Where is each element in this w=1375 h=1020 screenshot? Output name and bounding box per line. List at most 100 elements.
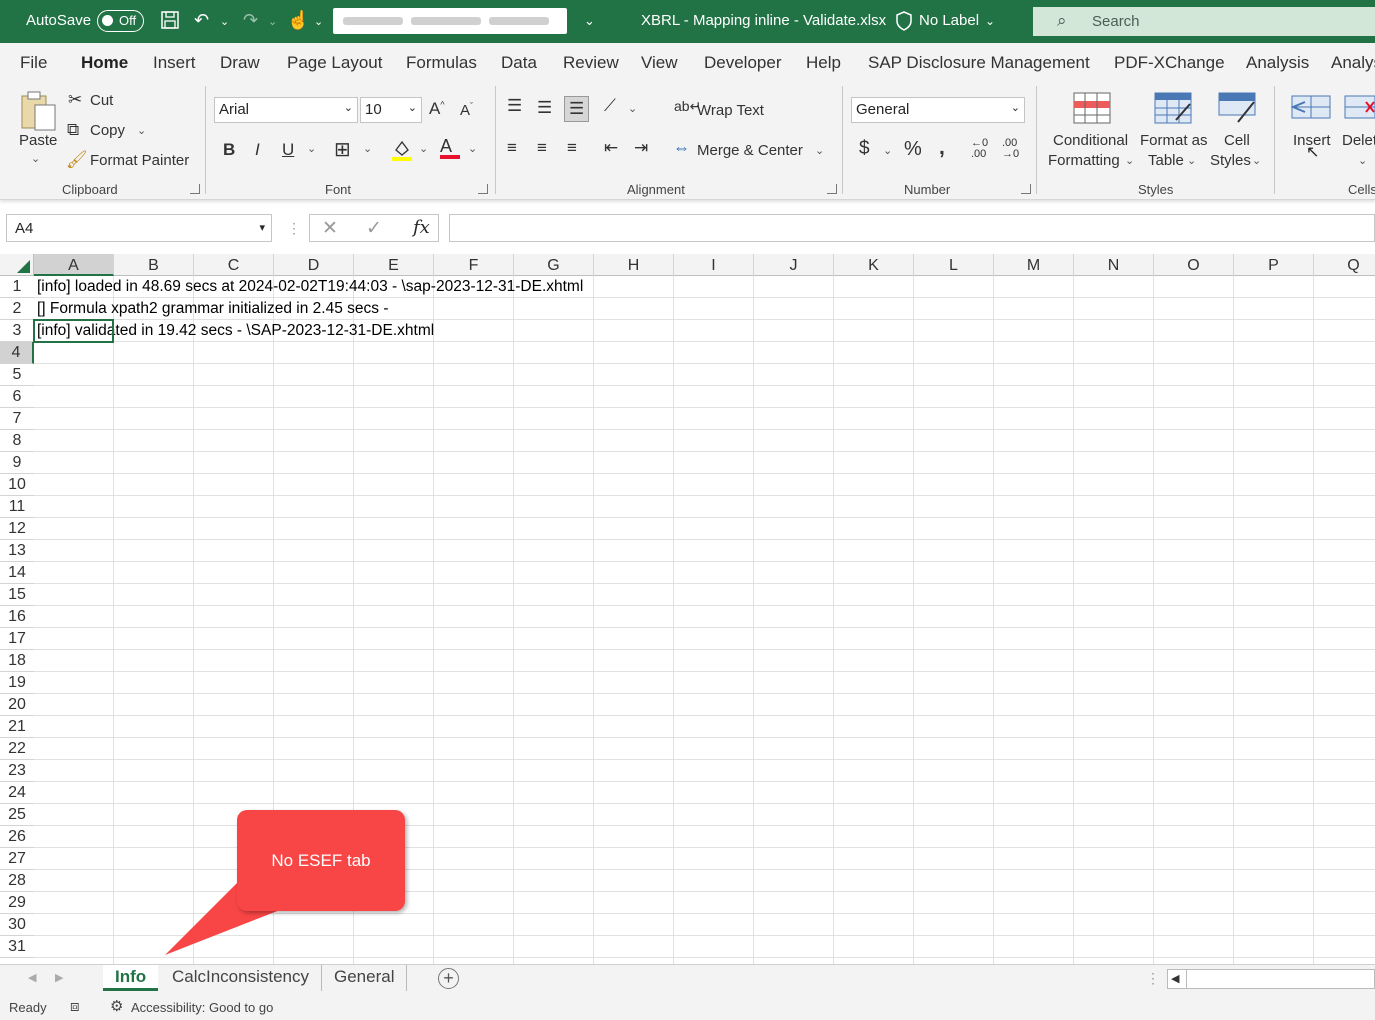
row-header-28[interactable]: 28: [0, 870, 34, 892]
conditional-formatting-label-2[interactable]: Formatting: [1048, 152, 1120, 169]
row-header-30[interactable]: 30: [0, 914, 34, 936]
row-header-24[interactable]: 24: [0, 782, 34, 804]
tab-insert[interactable]: Insert: [153, 53, 196, 73]
tab-formulas[interactable]: Formulas: [406, 53, 477, 73]
sheet-tab-general[interactable]: General: [322, 965, 408, 991]
column-header-o[interactable]: O: [1154, 254, 1234, 276]
tab-analysis-2[interactable]: Analys: [1331, 53, 1375, 73]
row-header-7[interactable]: 7: [0, 408, 34, 430]
row-header-31[interactable]: 31: [0, 936, 34, 958]
align-right-icon[interactable]: ≡: [567, 138, 577, 158]
currency-icon[interactable]: $: [859, 138, 870, 160]
undo-icon[interactable]: ↶: [194, 10, 209, 31]
row-header-29[interactable]: 29: [0, 892, 34, 914]
row-header-18[interactable]: 18: [0, 650, 34, 672]
customize-qat-icon[interactable]: ⌄: [314, 15, 323, 28]
row-header-15[interactable]: 15: [0, 584, 34, 606]
column-header-m[interactable]: M: [994, 254, 1074, 276]
enter-icon[interactable]: ✓: [366, 217, 382, 240]
tab-view[interactable]: View: [641, 53, 678, 73]
borders-dropdown-icon[interactable]: ⌄: [363, 142, 372, 155]
accessibility-status[interactable]: Accessibility: Good to go: [131, 1000, 273, 1015]
paste-label[interactable]: Paste: [19, 132, 57, 149]
column-header-i[interactable]: I: [674, 254, 754, 276]
font-launcher-icon[interactable]: [478, 184, 488, 194]
currency-dropdown-icon[interactable]: ⌄: [883, 144, 892, 157]
horizontal-scrollbar[interactable]: ◀: [1167, 969, 1375, 989]
cell-styles-dropdown-icon[interactable]: ⌄: [1252, 154, 1261, 167]
row-header-26[interactable]: 26: [0, 826, 34, 848]
insert-function-icon[interactable]: fx: [413, 217, 430, 238]
decrease-font-icon[interactable]: Aˇ: [460, 101, 473, 119]
align-top-icon[interactable]: ☰: [507, 96, 522, 116]
copy-button[interactable]: Copy: [90, 122, 125, 139]
shield-icon[interactable]: [895, 11, 913, 36]
tab-page-layout[interactable]: Page Layout: [287, 53, 382, 73]
column-header-q[interactable]: Q: [1314, 254, 1375, 276]
increase-indent-icon[interactable]: ⇥: [634, 138, 648, 158]
tab-split-handle-icon[interactable]: ⋮: [1146, 970, 1160, 987]
tab-review[interactable]: Review: [563, 53, 619, 73]
tab-home[interactable]: Home: [81, 53, 129, 83]
column-header-j[interactable]: J: [754, 254, 834, 276]
paste-dropdown-icon[interactable]: ⌄: [31, 152, 40, 165]
column-header-c[interactable]: C: [194, 254, 274, 276]
copy-dropdown-icon[interactable]: ⌄: [137, 124, 146, 137]
font-name-select[interactable]: Arial ⌄: [214, 97, 358, 123]
path-dropdown-icon[interactable]: ⌄: [584, 13, 595, 29]
name-box[interactable]: A4 ▾: [6, 214, 272, 242]
decrease-indent-icon[interactable]: ⇤: [604, 138, 618, 158]
italic-icon[interactable]: I: [255, 140, 260, 160]
column-header-l[interactable]: L: [914, 254, 994, 276]
row-header-23[interactable]: 23: [0, 760, 34, 782]
format-painter-button[interactable]: Format Painter: [90, 152, 189, 169]
alignment-launcher-icon[interactable]: [827, 184, 837, 194]
orientation-dropdown-icon[interactable]: ⌄: [628, 102, 637, 115]
font-color-icon[interactable]: A: [440, 136, 460, 159]
save-icon[interactable]: [160, 10, 180, 35]
tab-draw[interactable]: Draw: [220, 53, 260, 73]
align-center-icon[interactable]: ≡: [537, 138, 547, 158]
column-header-n[interactable]: N: [1074, 254, 1154, 276]
increase-decimal-icon[interactable]: ←0.00: [971, 138, 988, 160]
search-box[interactable]: ⌕ Search: [1033, 7, 1375, 36]
redo-icon[interactable]: ↷: [243, 10, 258, 31]
redo-dropdown-icon[interactable]: ⌄: [268, 15, 277, 28]
row-header-5[interactable]: 5: [0, 364, 34, 386]
selected-cell-a4[interactable]: [33, 319, 114, 343]
sensitivity-label[interactable]: No Label: [919, 12, 979, 29]
column-header-p[interactable]: P: [1234, 254, 1314, 276]
row-header-14[interactable]: 14: [0, 562, 34, 584]
select-all-button[interactable]: [0, 254, 34, 276]
align-middle-icon[interactable]: ☰: [537, 98, 552, 118]
row-header-17[interactable]: 17: [0, 628, 34, 650]
delete-cells-button[interactable]: Delet: [1342, 132, 1375, 149]
cells-area[interactable]: [info] loaded in 48.69 secs at 2024-02-0…: [34, 276, 1375, 964]
row-header-10[interactable]: 10: [0, 474, 34, 496]
increase-font-icon[interactable]: A^: [429, 99, 445, 119]
tab-sap-disclosure[interactable]: SAP Disclosure Management: [868, 53, 1090, 73]
number-launcher-icon[interactable]: [1021, 184, 1031, 194]
bold-icon[interactable]: B: [223, 140, 235, 160]
column-header-e[interactable]: E: [354, 254, 434, 276]
cancel-icon[interactable]: ✕: [322, 217, 338, 240]
row-header-2[interactable]: 2: [0, 298, 34, 320]
sheet-tab-info[interactable]: Info: [103, 965, 159, 991]
row-header-27[interactable]: 27: [0, 848, 34, 870]
decrease-decimal-icon[interactable]: .00 →0: [1002, 138, 1019, 160]
cell-styles-label-2[interactable]: Styles: [1210, 152, 1251, 169]
add-sheet-icon[interactable]: +: [438, 968, 459, 989]
row-header-25[interactable]: 25: [0, 804, 34, 826]
conditional-dropdown-icon[interactable]: ⌄: [1125, 154, 1134, 167]
underline-icon[interactable]: U: [282, 140, 294, 160]
column-header-h[interactable]: H: [594, 254, 674, 276]
tab-pdf-xchange[interactable]: PDF-XChange: [1114, 53, 1225, 73]
row-header-9[interactable]: 9: [0, 452, 34, 474]
font-color-dropdown-icon[interactable]: ⌄: [468, 142, 477, 155]
align-left-icon[interactable]: ≡: [507, 138, 517, 158]
column-header-a[interactable]: A: [34, 254, 114, 276]
formula-input[interactable]: [449, 214, 1375, 242]
row-header-4[interactable]: 4: [0, 342, 34, 364]
cell-styles-label-1[interactable]: Cell: [1224, 132, 1250, 149]
accessibility-icon[interactable]: ⚙: [110, 997, 123, 1015]
